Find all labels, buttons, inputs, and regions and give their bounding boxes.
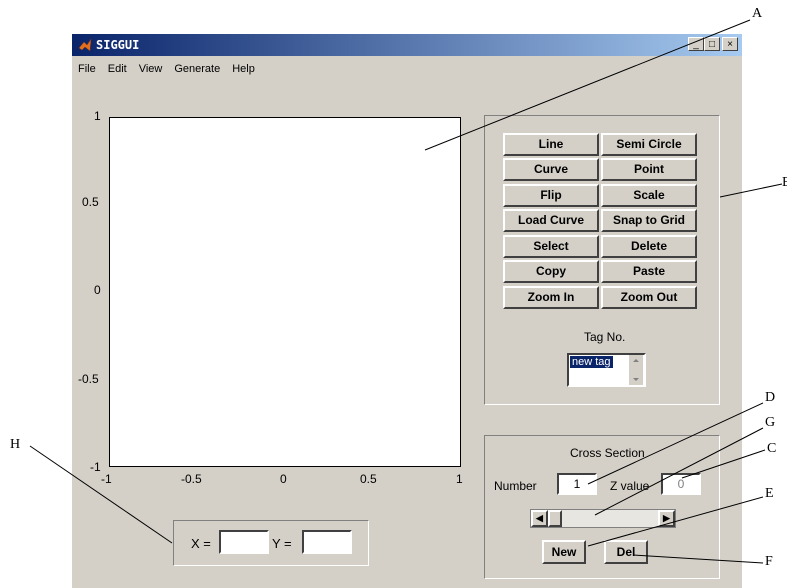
callout-d: D [765,390,776,405]
callout-a: A [752,6,763,21]
callout-g: G [765,415,776,430]
callout-f: F [765,554,773,569]
callout-lines [29,19,783,564]
callout-c: C [767,441,777,456]
callout-h: H [10,437,21,452]
callout-b: B [782,175,787,190]
callout-e: E [765,486,774,501]
